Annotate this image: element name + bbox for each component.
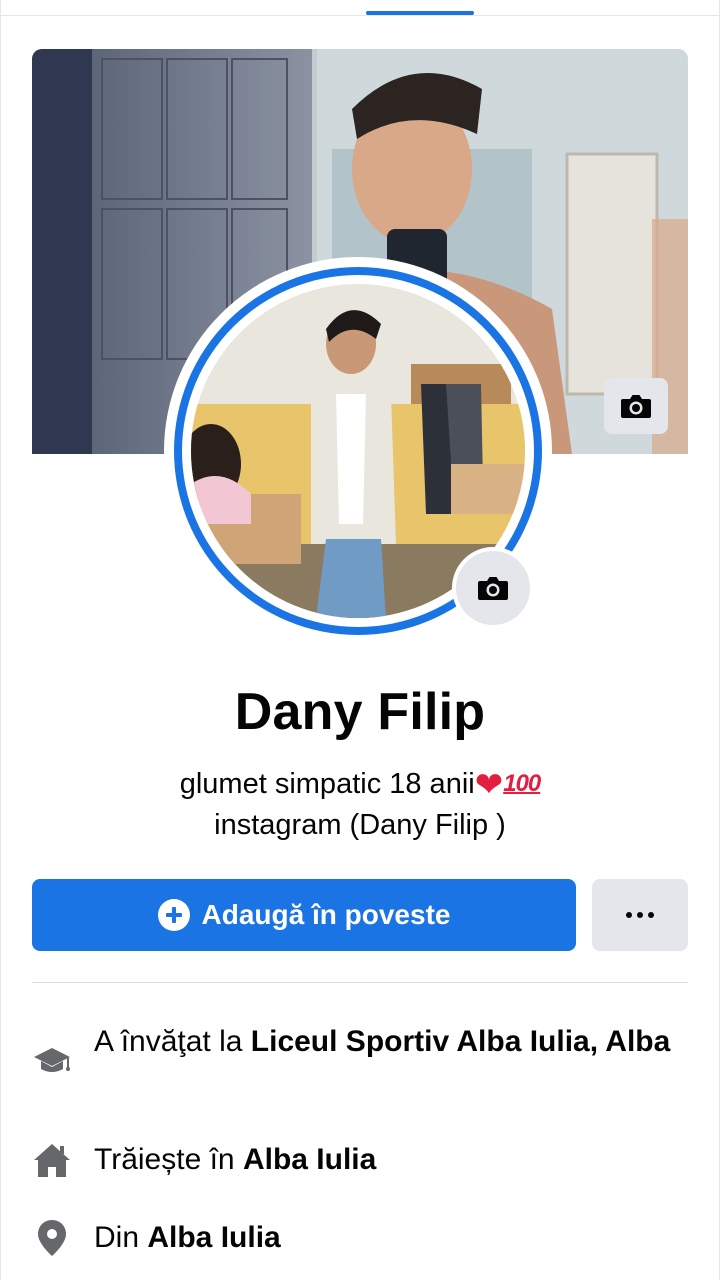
from-text: Din Alba Iulia: [94, 1218, 688, 1258]
add-to-story-button[interactable]: Adaugă în poveste: [32, 879, 576, 951]
intro-lives-in[interactable]: Trăiește în Alba Iulia: [32, 1140, 688, 1180]
education-prefix: A învăţat la: [94, 1025, 251, 1058]
location-pin-icon: [38, 1220, 66, 1256]
top-divider: [0, 15, 720, 16]
plus-circle-icon: [157, 899, 190, 931]
active-tab-indicator: [366, 11, 474, 15]
education-text: A învăţat la Liceul Sportiv Alba Iulia, …: [94, 1022, 688, 1062]
add-to-story-label: Adaugă în poveste: [201, 899, 451, 930]
camera-icon: [621, 395, 651, 418]
lives-in-prefix: Trăiește în: [94, 1143, 243, 1176]
more-options-button[interactable]: [592, 879, 688, 951]
profile-name: Dany Filip: [234, 683, 486, 741]
bio-text: glumet simpatic 18 anii: [179, 768, 475, 800]
hundred-points-emoji-icon: 100: [503, 770, 541, 797]
more-dots-icon: [626, 912, 654, 918]
heart-emoji-icon: ❤: [474, 766, 504, 804]
intro-education[interactable]: A învăţat la Liceul Sportiv Alba Iulia, …: [32, 1022, 688, 1102]
avatar-camera-button[interactable]: [452, 547, 534, 629]
from-prefix: Din: [94, 1221, 148, 1254]
graduation-cap-icon: [34, 1048, 70, 1072]
from-place-link[interactable]: Alba Iulia: [147, 1221, 280, 1254]
profile-bio: glumet simpatic 18 anii❤100 instagram (D…: [0, 764, 720, 845]
cover-camera-button[interactable]: [604, 378, 668, 434]
bio-line-2: instagram (Dany Filip ): [214, 809, 506, 841]
section-divider: [32, 982, 688, 983]
lives-in-text: Trăiește în Alba Iulia: [94, 1140, 688, 1180]
bio-line-1: glumet simpatic 18 anii❤100: [0, 764, 720, 805]
intro-from[interactable]: Din Alba Iulia: [32, 1218, 688, 1258]
lives-in-place-link[interactable]: Alba Iulia: [243, 1143, 376, 1176]
education-place-link[interactable]: Liceul Sportiv Alba Iulia, Alba: [251, 1025, 671, 1058]
home-icon: [34, 1144, 70, 1177]
camera-icon: [478, 577, 508, 600]
